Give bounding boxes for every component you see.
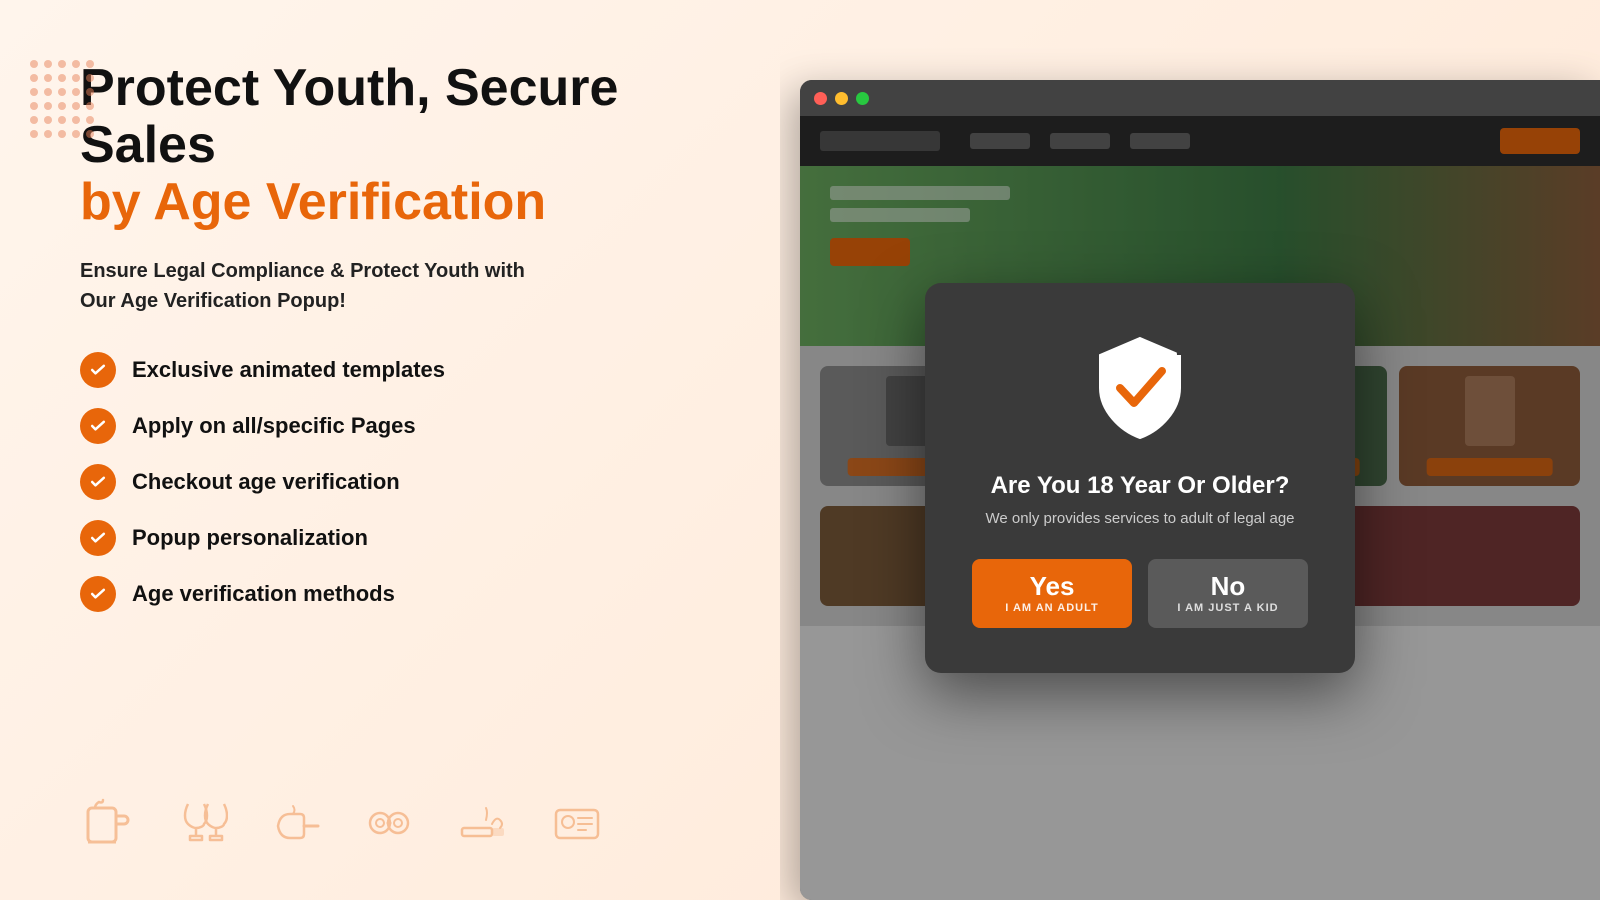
age-verification-modal: Are You 18 Year Or Older? We only provid… [925, 283, 1355, 673]
browser-window: Are You 18 Year Or Older? We only provid… [800, 80, 1600, 900]
check-icon-1 [80, 352, 116, 388]
modal-overlay: Are You 18 Year Or Older? We only provid… [800, 116, 1600, 900]
yes-button-sub-label: I AM AN ADULT [1000, 602, 1104, 614]
feature-item-1: Exclusive animated templates [80, 352, 710, 388]
no-button-sub-label: I AM JUST A KID [1176, 602, 1280, 614]
feature-item-2: Apply on all/specific Pages [80, 408, 710, 444]
category-icons-row [80, 796, 710, 860]
modal-buttons: Yes I AM AN ADULT No I AM JUST A KID [980, 559, 1300, 628]
browser-titlebar [800, 80, 1600, 116]
dot-grid-decoration [30, 60, 94, 138]
feature-label-5: Age verification methods [132, 581, 395, 607]
beer-mug-icon [80, 796, 134, 850]
shield-icon [1090, 333, 1190, 443]
main-content: Protect Youth, Secure Sales by Age Verif… [80, 60, 710, 612]
features-list: Exclusive animated templates Apply on al… [80, 352, 710, 612]
subtitle-text: Ensure Legal Compliance & Protect Youth … [80, 256, 710, 316]
close-button-dot[interactable] [814, 92, 827, 105]
no-button-main-label: No [1176, 573, 1280, 599]
no-button[interactable]: No I AM JUST A KID [1148, 559, 1308, 628]
right-panel: Are You 18 Year Or Older? We only provid… [780, 0, 1600, 900]
browser-body: Are You 18 Year Or Older? We only provid… [800, 116, 1600, 900]
check-icon-4 [80, 520, 116, 556]
feature-item-5: Age verification methods [80, 576, 710, 612]
feature-item-3: Checkout age verification [80, 464, 710, 500]
modal-title: Are You 18 Year Or Older? [980, 472, 1300, 500]
checkmark-svg-2 [88, 416, 108, 436]
feature-item-4: Popup personalization [80, 520, 710, 556]
headline-orange: by Age Verification [80, 174, 710, 231]
page-title: Protect Youth, Secure Sales by Age Verif… [80, 60, 710, 232]
wine-glasses-icon [174, 796, 228, 850]
check-icon-2 [80, 408, 116, 444]
minimize-button-dot[interactable] [835, 92, 848, 105]
left-panel: Protect Youth, Secure Sales by Age Verif… [0, 0, 780, 900]
yes-button-main-label: Yes [1000, 573, 1104, 599]
handcuffs-icon [362, 796, 416, 850]
feature-label-2: Apply on all/specific Pages [132, 413, 416, 439]
shield-icon-container [980, 333, 1300, 448]
feature-label-3: Checkout age verification [132, 469, 400, 495]
yes-button[interactable]: Yes I AM AN ADULT [972, 559, 1132, 628]
smoking-icon [456, 796, 510, 850]
headline-black: Protect Youth, Secure Sales [80, 59, 618, 174]
id-card-icon [550, 796, 604, 850]
modal-subtitle: We only provides services to adult of le… [980, 510, 1300, 527]
checkmark-svg-5 [88, 584, 108, 604]
checkmark-svg-3 [88, 472, 108, 492]
maximize-button-dot[interactable] [856, 92, 869, 105]
feature-label-1: Exclusive animated templates [132, 357, 445, 383]
check-icon-3 [80, 464, 116, 500]
feature-label-4: Popup personalization [132, 525, 368, 551]
pipe-icon [268, 796, 322, 850]
checkmark-svg-4 [88, 528, 108, 548]
checkmark-svg-1 [88, 360, 108, 380]
check-icon-5 [80, 576, 116, 612]
